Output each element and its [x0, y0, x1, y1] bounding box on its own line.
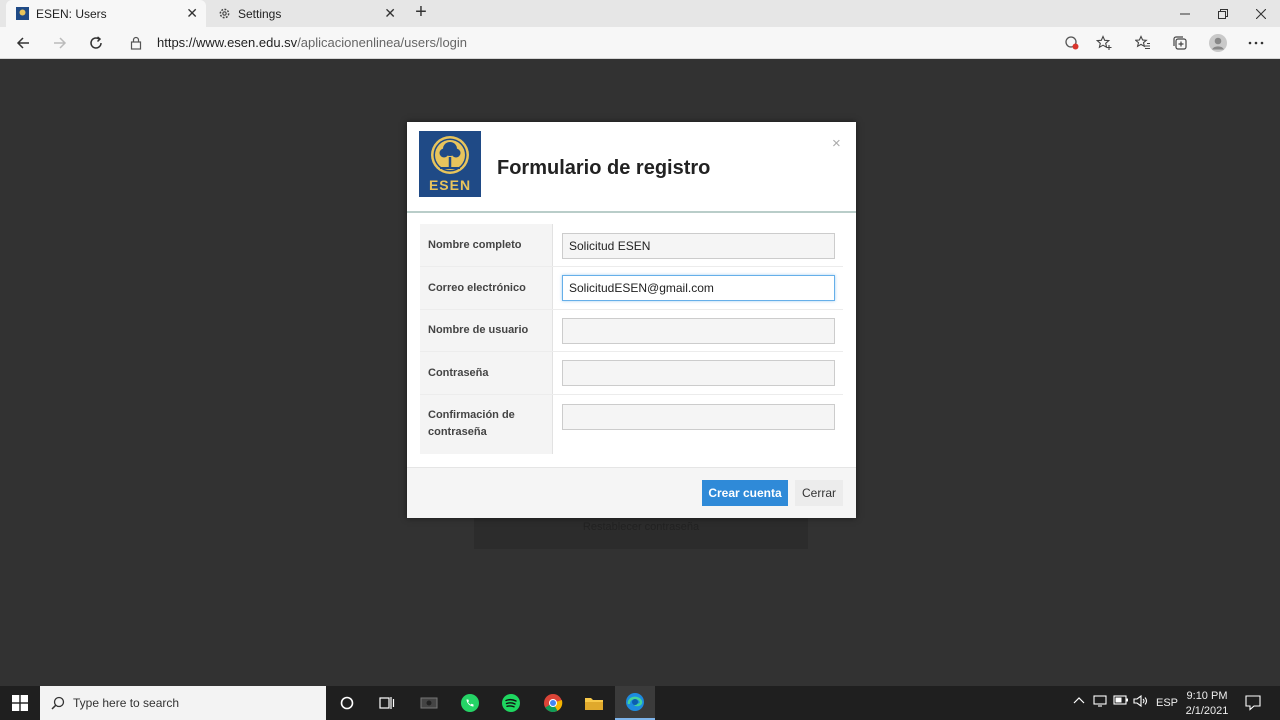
lock-icon[interactable] [130, 36, 142, 50]
volume-icon[interactable] [1133, 694, 1149, 710]
form-row-full-name: Nombre completo [420, 224, 843, 267]
system-clock[interactable]: 9:10 PM 2/1/2021 [1176, 689, 1238, 719]
close-window-icon[interactable] [1242, 0, 1280, 27]
refresh-icon[interactable] [84, 32, 108, 54]
full-name-label: Nombre completo [428, 239, 522, 251]
tab-title: Settings [238, 7, 282, 21]
clock-time: 9:10 PM [1186, 690, 1228, 702]
show-hidden-icons-icon[interactable] [1073, 695, 1085, 708]
email-label: Correo electrónico [428, 282, 526, 294]
task-view-icon[interactable] [367, 686, 407, 720]
tab-esen-users[interactable]: ESEN: Users ✕ [6, 0, 206, 27]
modal-title: Formulario de registro [497, 157, 711, 179]
esen-logo: ESEN [419, 131, 481, 197]
tracking-prevention-icon[interactable] [1060, 32, 1084, 54]
gear-icon [219, 8, 230, 19]
username-input[interactable] [562, 318, 835, 344]
label-cell: Nombre de usuario [420, 310, 553, 351]
restore-window-icon[interactable] [1204, 0, 1242, 27]
tab-title: ESEN: Users [36, 7, 107, 21]
full-name-input[interactable] [562, 233, 835, 259]
address-bar[interactable]: https://www.esen.edu.sv/aplicacionenline… [120, 30, 1080, 56]
login-panel-behind: Restablecer contraseña [474, 515, 808, 549]
windows-taskbar: Type here to search ESP 9:10 PM 2/1/2021 [0, 686, 1280, 720]
battery-icon[interactable] [1113, 695, 1129, 708]
close-button[interactable]: Cerrar [795, 480, 843, 506]
label-cell: Confirmación de contraseña [420, 395, 553, 454]
password-label: Contraseña [428, 367, 489, 379]
taskbar-search-box[interactable]: Type here to search [40, 686, 326, 720]
language-indicator[interactable]: ESP [1156, 697, 1178, 709]
confirm-password-label: Confirmación de contraseña [428, 407, 515, 441]
spotify-icon[interactable] [491, 686, 531, 720]
confirm-password-input[interactable] [562, 404, 835, 430]
form-row-email: Correo electrónico [420, 267, 843, 310]
tab-settings[interactable]: Settings ✕ [208, 0, 404, 27]
label-cell: Nombre completo [420, 224, 553, 266]
more-options-icon[interactable] [1244, 32, 1268, 54]
modal-footer: Crear cuenta Cerrar [407, 467, 856, 518]
form-row-password: Contraseña [420, 352, 843, 395]
whatsapp-icon[interactable] [450, 686, 490, 720]
modal-header: ESEN Formulario de registro × [407, 122, 856, 213]
email-input[interactable] [562, 275, 835, 301]
close-tab-icon[interactable]: ✕ [186, 5, 198, 21]
profile-avatar-icon[interactable] [1206, 32, 1230, 54]
form-row-confirm-password: Confirmación de contraseña [420, 395, 843, 454]
edge-browser-icon[interactable] [615, 686, 655, 720]
file-explorer-icon[interactable] [574, 686, 614, 720]
label-cell: Correo electrónico [420, 267, 553, 309]
form-row-username: Nombre de usuario [420, 310, 843, 352]
windows-start-icon[interactable] [0, 686, 40, 720]
close-tab-icon[interactable]: ✕ [384, 5, 396, 21]
url-host: https://www.esen.edu.sv [157, 35, 298, 50]
label-cell: Contraseña [420, 352, 553, 394]
browser-toolbar: https://www.esen.edu.sv/aplicacionenline… [0, 27, 1280, 59]
reset-password-link: Restablecer contraseña [582, 521, 700, 533]
minimize-window-icon[interactable] [1166, 0, 1204, 27]
confirm-password-label-line1: Confirmación de [428, 409, 515, 421]
add-favorite-icon[interactable] [1092, 32, 1116, 54]
url-text: https://www.esen.edu.sv/aplicacionenline… [157, 35, 467, 50]
tree-emblem-icon [431, 136, 469, 174]
chrome-icon[interactable] [533, 686, 573, 720]
screen-recorder-icon[interactable] [409, 686, 449, 720]
cortana-icon[interactable] [327, 686, 367, 720]
logo-text: ESEN [428, 177, 472, 193]
esen-favicon-icon [16, 7, 29, 20]
clock-date: 2/1/2021 [1185, 705, 1229, 717]
network-icon[interactable] [1093, 695, 1107, 710]
url-path: /aplicacionenlinea/users/login [297, 35, 468, 50]
registration-form: Nombre completo Correo electrónico Nombr… [420, 224, 843, 454]
back-arrow-icon[interactable] [11, 32, 35, 54]
favorites-icon[interactable] [1131, 32, 1155, 54]
notifications-icon[interactable] [1245, 695, 1261, 714]
collections-icon[interactable] [1168, 32, 1192, 54]
new-tab-button[interactable]: + [410, 2, 432, 24]
create-account-button[interactable]: Crear cuenta [702, 480, 788, 506]
modal-close-icon[interactable]: × [832, 135, 841, 152]
search-icon [51, 696, 65, 710]
registration-modal: ESEN Formulario de registro × Nombre com… [407, 122, 856, 518]
username-label: Nombre de usuario [428, 324, 529, 336]
password-input[interactable] [562, 360, 835, 386]
search-placeholder: Type here to search [73, 696, 180, 710]
forward-arrow-icon[interactable] [48, 32, 72, 54]
tab-strip: ESEN: Users ✕ Settings ✕ + [0, 0, 1280, 27]
confirm-password-label-line2: contraseña [428, 426, 487, 438]
